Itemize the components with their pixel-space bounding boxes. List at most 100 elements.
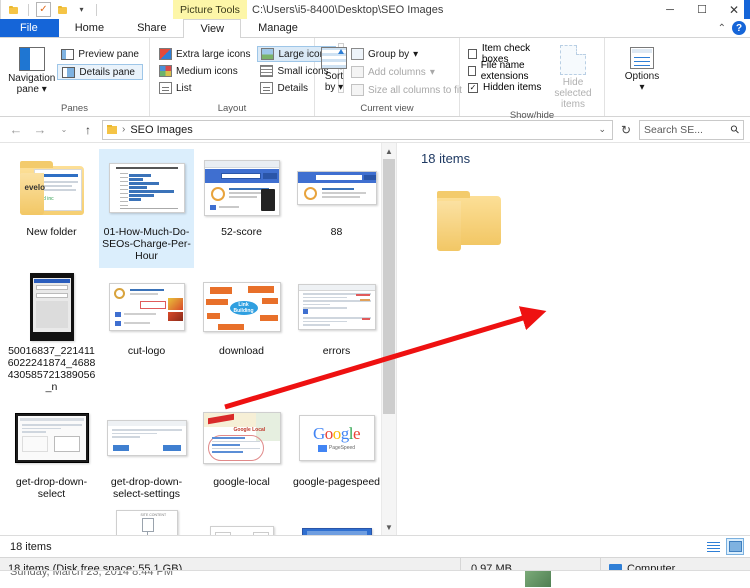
ribbon-tab-strip[interactable]: File Home Share View Manage ⌃ ? (0, 19, 750, 38)
item-check-boxes-checkbox[interactable] (468, 48, 477, 59)
minimize-button[interactable]: ─ (654, 0, 686, 19)
scroll-down-icon[interactable]: ▼ (382, 519, 396, 535)
file-item[interactable]: SITE CONTENT (99, 506, 194, 535)
breadcrumb-current-folder[interactable]: SEO Images (130, 124, 192, 136)
file-item[interactable]: Link Building download (194, 268, 289, 399)
options-group-title (605, 114, 750, 116)
up-button[interactable]: ↑ (78, 120, 98, 140)
list-view-label: List (176, 82, 192, 94)
browser-thumbnail-icon (203, 160, 280, 216)
tab-manage[interactable]: Manage (241, 19, 315, 37)
scrollbar-thumb[interactable] (383, 159, 395, 414)
layout-medium-icons[interactable]: Medium icons (156, 63, 255, 79)
options-button[interactable]: Options ▾ (611, 43, 673, 93)
sort-by-button[interactable]: Sort by ▾ (321, 43, 347, 93)
scroll-up-icon[interactable]: ▲ (382, 143, 396, 159)
navigation-pane-caret-icon[interactable]: ▾ (42, 84, 47, 95)
details-pane-icon (437, 191, 501, 251)
forward-button[interactable]: → (30, 120, 50, 140)
tab-view[interactable]: View (183, 19, 242, 38)
navigation-pane-button[interactable]: Navigation pane ▾ (6, 43, 57, 95)
tab-home[interactable]: Home (59, 19, 121, 37)
file-item[interactable]: eed inc evelo New folder (4, 149, 99, 268)
preview-pane-button[interactable]: Preview pane (57, 46, 143, 62)
group-by-icon (351, 48, 364, 60)
file-item[interactable]: 01-How-Much-Do-SEOs-Charge-Per-Hour (99, 149, 194, 268)
file-thumbnail: Link Building (202, 272, 282, 342)
details-pane-button[interactable]: Details pane (57, 64, 143, 80)
add-columns-caret-icon[interactable]: ▾ (430, 67, 435, 78)
file-item[interactable]: 50016837_2214116022241874_46884305857213… (4, 268, 99, 399)
layout-group-title: Layout (217, 103, 247, 114)
recent-locations-button[interactable]: ⌄ (54, 120, 74, 140)
file-item[interactable]: Google Local google-local (194, 399, 289, 506)
ribbon-controls[interactable]: ⌃ ? (718, 21, 746, 35)
file-item[interactable]: 88 (289, 149, 384, 268)
large-icons-view-icon[interactable] (726, 538, 744, 555)
ribbon: Navigation pane ▾ Preview pane Details p… (0, 38, 750, 121)
searchbar-thumbnail-icon (296, 171, 377, 205)
maximize-button[interactable]: ☐ (686, 0, 718, 19)
hidden-items-checkbox[interactable]: ✓ (468, 82, 478, 93)
darkui-thumbnail-icon (14, 413, 89, 463)
search-input[interactable]: Search SE... ⚲ (639, 119, 744, 140)
group-by-caret-icon[interactable]: ▾ (413, 49, 418, 60)
file-name-extensions-checkbox[interactable] (468, 65, 476, 76)
picture-tools-contextual-tab[interactable]: Picture Tools (173, 0, 247, 19)
properties-icon[interactable]: ✓ (36, 2, 51, 17)
size-all-columns-button[interactable]: Size all columns to fit (347, 82, 466, 98)
new-folder-icon[interactable] (55, 2, 70, 17)
file-thumbnail (297, 510, 377, 535)
navigation-pane-label-1: Navigation (8, 73, 56, 84)
layout-list[interactable]: List (156, 80, 255, 96)
file-name-extensions-row[interactable]: File name extensions (466, 60, 548, 82)
back-button[interactable]: ← (6, 120, 26, 140)
file-item[interactable]: cut-logo (99, 268, 194, 399)
sort-by-caret-icon[interactable]: ▾ (338, 82, 343, 93)
file-item[interactable]: errors (289, 268, 384, 399)
ribbon-group-panes: Navigation pane ▾ Preview pane Details p… (0, 38, 150, 116)
qat-divider-2 (96, 3, 97, 16)
hide-selected-label-1: Hide selected (554, 77, 592, 99)
quick-access-toolbar[interactable]: ✓ ▾ (0, 0, 100, 19)
folder-icon[interactable] (6, 2, 21, 17)
chevron-down-icon[interactable]: ▾ (74, 2, 89, 17)
help-icon[interactable]: ? (732, 21, 746, 35)
mindmap-thumbnail-icon: Link Building (202, 282, 281, 332)
window-controls[interactable]: ─ ☐ ✕ (654, 0, 750, 19)
panes-toggle-list: Preview pane Details pane (57, 43, 143, 80)
details-pane-icon (62, 66, 76, 78)
sort-by-label-2: by (324, 82, 336, 93)
group-by-button[interactable]: Group by ▾ (347, 46, 466, 62)
add-columns-button[interactable]: Add columns ▾ (347, 64, 466, 80)
extra-large-icons-icon (159, 48, 172, 60)
file-item[interactable]: 52-score (194, 149, 289, 268)
file-item[interactable]: get-drop-down-select-settings (99, 399, 194, 506)
view-mode-buttons[interactable] (704, 538, 744, 555)
refresh-button[interactable]: ↻ (617, 120, 635, 140)
hidden-items-row[interactable]: ✓ Hidden items (466, 79, 548, 96)
sort-by-icon (321, 47, 347, 69)
file-item[interactable]: Google PageSpeed google-pagespeed (289, 399, 384, 506)
content-area: eed inc evelo New folder 01-How-Much-Do-… (0, 143, 750, 535)
address-dropdown-icon[interactable]: ⌄ (598, 124, 608, 135)
tab-file[interactable]: File (0, 19, 59, 37)
file-item[interactable] (194, 506, 289, 535)
tab-share[interactable]: Share (121, 19, 183, 37)
details-view-icon[interactable] (704, 538, 722, 555)
file-list-scrollbar[interactable]: ▲ ▼ (381, 143, 396, 535)
localpack-thumbnail-icon: Google Local (202, 412, 281, 464)
refresh-icon: ↻ (620, 122, 632, 137)
options-label: Options (624, 71, 660, 82)
collapse-ribbon-icon[interactable]: ⌃ (718, 23, 726, 34)
file-item[interactable]: get-drop-down-select (4, 399, 99, 506)
title-right-strip (744, 0, 750, 19)
layout-extra-large-icons[interactable]: Extra large icons (156, 46, 255, 62)
file-list-pane[interactable]: eed inc evelo New folder 01-How-Much-Do-… (0, 143, 396, 535)
options-caret-icon[interactable]: ▾ (639, 82, 644, 93)
hide-selected-items-button[interactable]: Hide selected items (548, 43, 598, 110)
file-item[interactable] (4, 506, 99, 535)
file-item[interactable] (289, 506, 384, 535)
add-columns-label: Add columns (368, 66, 426, 78)
folder-icon (437, 191, 501, 251)
